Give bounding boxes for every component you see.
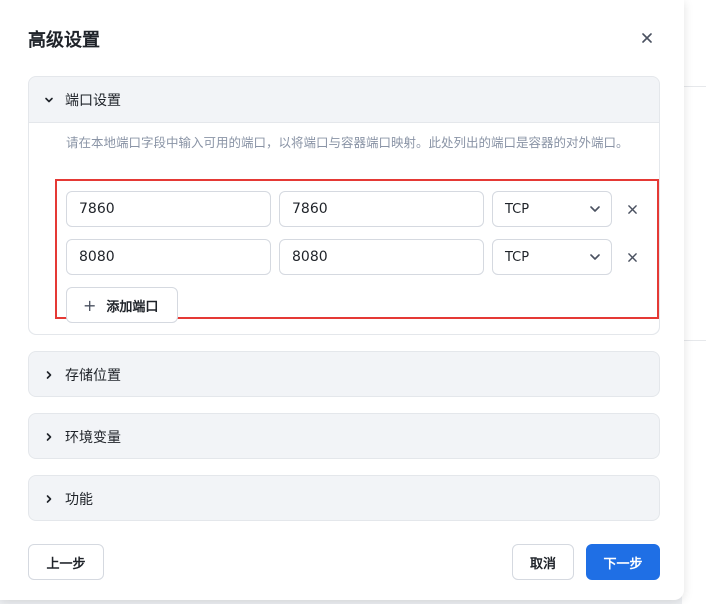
- section-title: 端口设置: [65, 92, 121, 109]
- chevron-right-icon: [41, 367, 57, 383]
- local-port-input[interactable]: 7860: [66, 191, 271, 227]
- section-title: 存储位置: [65, 367, 121, 384]
- plus-icon: +: [83, 295, 97, 315]
- section-title: 功能: [65, 491, 93, 508]
- local-port-value: 8080: [79, 249, 115, 265]
- protocol-value: TCP: [505, 201, 530, 217]
- local-port-value: 7860: [79, 201, 115, 217]
- remove-port-button[interactable]: [623, 200, 641, 218]
- ports-body: 请在本地端口字段中输入可用的端口，以将端口与容器端口映射。此处列出的端口是容器的…: [29, 122, 659, 334]
- close-icon: [627, 204, 637, 214]
- chevron-down-icon: [41, 92, 57, 108]
- section-environment-variables[interactable]: 环境变量: [28, 413, 660, 459]
- background-page: [682, 0, 706, 604]
- close-icon: [642, 33, 652, 43]
- chevron-down-icon: [590, 206, 600, 212]
- ports-description: 请在本地端口字段中输入可用的端口，以将端口与容器端口映射。此处列出的端口是容器的…: [66, 135, 629, 150]
- cancel-button[interactable]: 取消: [512, 544, 574, 580]
- protocol-value: TCP: [505, 249, 530, 265]
- protocol-select[interactable]: TCP: [492, 191, 612, 227]
- section-header-storage[interactable]: 存储位置: [29, 352, 659, 397]
- section-features[interactable]: 功能: [28, 475, 660, 521]
- container-port-input[interactable]: 7860: [279, 191, 484, 227]
- background-divider: [682, 340, 706, 341]
- previous-step-button[interactable]: 上一步: [28, 544, 104, 580]
- background-divider: [682, 86, 706, 87]
- dialog-title: 高级设置: [28, 30, 100, 51]
- add-port-button[interactable]: + 添加端口: [66, 287, 178, 323]
- section-header-env[interactable]: 环境变量: [29, 414, 659, 459]
- section-header-features[interactable]: 功能: [29, 476, 659, 521]
- section-header-ports[interactable]: 端口设置: [29, 77, 659, 122]
- chevron-right-icon: [41, 491, 57, 507]
- close-button[interactable]: [636, 27, 658, 49]
- next-step-button[interactable]: 下一步: [586, 544, 660, 580]
- add-port-label: 添加端口: [106, 299, 159, 315]
- close-icon: [627, 252, 637, 262]
- container-port-input[interactable]: 8080: [279, 239, 484, 275]
- chevron-right-icon: [41, 429, 57, 445]
- section-storage-location[interactable]: 存储位置: [28, 351, 660, 397]
- protocol-select[interactable]: TCP: [492, 239, 612, 275]
- remove-port-button[interactable]: [623, 248, 641, 266]
- section-port-settings: 端口设置 请在本地端口字段中输入可用的端口，以将端口与容器端口映射。此处列出的端…: [28, 76, 660, 335]
- section-title: 环境变量: [65, 429, 121, 446]
- container-port-value: 7860: [292, 201, 328, 217]
- chevron-down-icon: [590, 254, 600, 260]
- container-port-value: 8080: [292, 249, 328, 265]
- local-port-input[interactable]: 8080: [66, 239, 271, 275]
- advanced-settings-dialog: 高级设置 端口设置 请在本地端口字段中输入可用的端口，以将端口与容器端口映射。此…: [0, 0, 684, 600]
